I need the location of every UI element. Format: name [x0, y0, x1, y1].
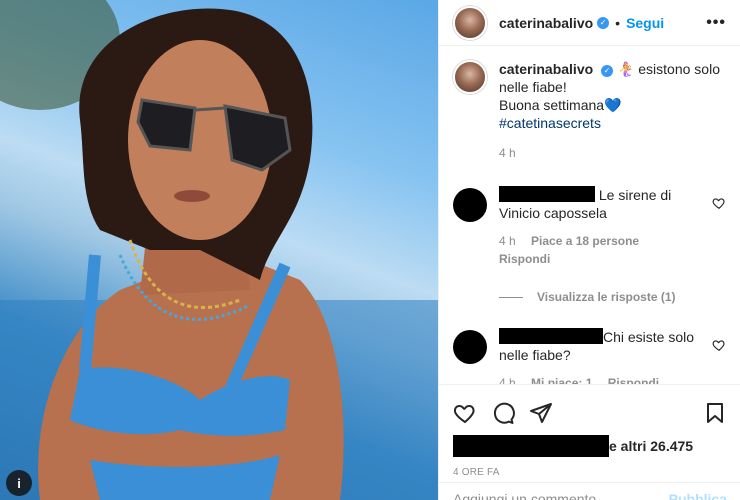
- post-header: caterinabalivo ✓ • Segui •••: [439, 0, 740, 46]
- comment-likes[interactable]: Piace a 18 persone: [531, 234, 639, 248]
- share-send-icon[interactable]: [529, 401, 553, 425]
- comment-time: 4 h: [499, 376, 516, 384]
- publish-button[interactable]: Pubblica: [669, 491, 727, 500]
- post-photo[interactable]: i: [0, 0, 438, 500]
- info-icon[interactable]: i: [6, 470, 32, 496]
- redacted-username: [499, 186, 595, 202]
- reply-button[interactable]: Rispondi: [499, 252, 550, 266]
- hashtag-link[interactable]: #catetinasecrets: [499, 115, 601, 131]
- comment-body: Chi esiste solo nelle fiabe? 4 h Mi piac…: [499, 328, 709, 384]
- follow-button[interactable]: Segui: [626, 15, 664, 31]
- photo-illustration: [0, 0, 438, 500]
- separator-dot: •: [615, 14, 621, 31]
- avatar[interactable]: [453, 5, 487, 40]
- username[interactable]: caterinabalivo: [499, 15, 593, 31]
- caption-meta: 4 h: [499, 144, 726, 162]
- view-replies-button[interactable]: Visualizza le risposte (1): [499, 290, 726, 304]
- comment-likes[interactable]: Mi piace: 1: [531, 376, 592, 384]
- avatar[interactable]: [453, 60, 487, 94]
- comment-meta: 4 h Piace a 18 persone Rispondi: [499, 232, 709, 268]
- caption-text-2: Buona settimana: [499, 97, 605, 113]
- comment-bubble-icon[interactable]: [491, 401, 515, 425]
- heart-outline-icon[interactable]: [712, 338, 726, 352]
- comment-item: Chi esiste solo nelle fiabe? 4 h Mi piac…: [453, 328, 726, 384]
- view-replies-label: Visualizza le risposte (1): [537, 290, 676, 304]
- more-options-icon[interactable]: •••: [706, 14, 726, 32]
- caption-body: caterinabalivo ✓ 🧜‍♀️ esistono solo nell…: [499, 60, 726, 162]
- redacted-liker: [453, 435, 609, 457]
- comment-meta: 4 h Mi piace: 1 Rispondi: [499, 374, 709, 384]
- action-icons: [453, 393, 727, 433]
- save-bookmark-icon[interactable]: [703, 401, 727, 425]
- redacted-username: [499, 328, 603, 344]
- post-sidebar: caterinabalivo ✓ • Segui ••• caterinabal…: [438, 0, 740, 500]
- likes-count: e altri 26.475: [609, 438, 694, 454]
- comment-time: 4 h: [499, 234, 516, 248]
- like-heart-icon[interactable]: [453, 401, 477, 425]
- avatar[interactable]: [453, 188, 487, 222]
- comments-list[interactable]: caterinabalivo ✓ 🧜‍♀️ esistono solo nell…: [439, 46, 740, 384]
- heart-outline-icon[interactable]: [712, 196, 726, 210]
- verified-badge-icon: ✓: [601, 65, 614, 77]
- add-comment-bar: Pubblica: [439, 482, 740, 500]
- replies-line: [499, 296, 523, 298]
- comment-item: Le sirene di Vinicio capossela 4 h Piace…: [453, 186, 726, 268]
- blue-heart-icon: 💙: [604, 97, 622, 113]
- reply-button[interactable]: Rispondi: [608, 376, 659, 384]
- post-timestamp[interactable]: 4 ORE FA: [453, 467, 727, 478]
- likes-summary[interactable]: e altri 26.475: [453, 435, 727, 457]
- comment-body: Le sirene di Vinicio capossela 4 h Piace…: [499, 186, 709, 268]
- comment-input[interactable]: [453, 491, 669, 500]
- avatar[interactable]: [453, 330, 487, 364]
- caption-time: 4 h: [499, 146, 516, 160]
- verified-badge-icon: ✓: [597, 16, 610, 29]
- caption-username[interactable]: caterinabalivo: [499, 61, 593, 77]
- caption: caterinabalivo ✓ 🧜‍♀️ esistono solo nell…: [453, 58, 726, 162]
